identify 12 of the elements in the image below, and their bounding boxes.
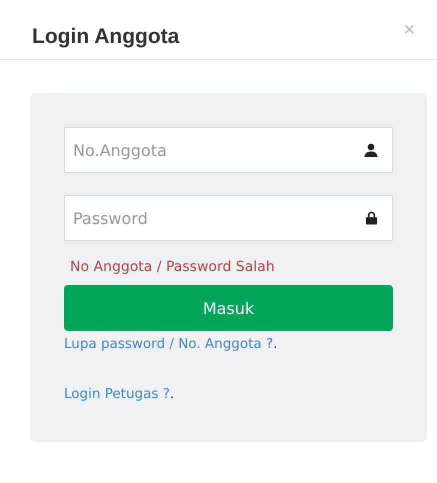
lock-icon — [365, 211, 378, 225]
period-text: . — [170, 386, 174, 402]
dialog-title: Login Anggota — [32, 24, 180, 48]
login-button[interactable]: Masuk — [64, 285, 393, 331]
input-field[interactable]: No.Anggota — [64, 127, 393, 173]
period-text: . — [273, 336, 278, 352]
user-icon — [364, 143, 378, 157]
error-message: No Anggota / Password Salah — [69, 259, 276, 275]
close-button[interactable]: × — [399, 19, 419, 42]
link[interactable]: Login Petugas ? — [64, 386, 170, 402]
input-field[interactable]: Password — [64, 195, 393, 241]
link[interactable]: Lupa password / No. Anggota ? — [64, 336, 274, 352]
